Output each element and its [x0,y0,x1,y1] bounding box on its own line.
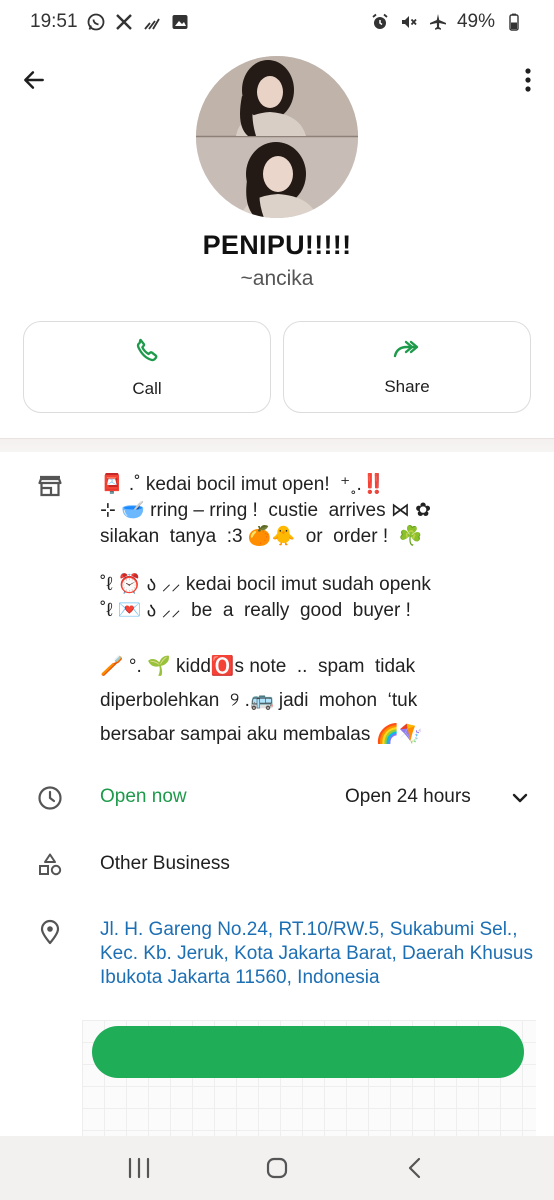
category-shapes-icon [36,851,64,879]
primary-action-button[interactable] [92,1026,524,1078]
description-paragraph-2: ˚ℓ ⏰ ა ⸝⸝ kedai bocil imut sudah openk ˚… [100,572,530,624]
call-button[interactable]: Call [23,321,271,413]
mute-icon [399,12,419,32]
description-line: ⊹ 🥣 rring – rring ! custie arrives ⋈ ✿ [100,500,432,521]
business-category: Other Business [100,853,230,874]
description-line: diperbolehkan ୨ .🚌 jadi mohon ‘tuk [100,690,418,711]
description-paragraph-3: 🪥 °. 🌱 kidd🅾️s note .. spam tidak diperb… [100,650,530,752]
signal-icon [142,12,162,32]
status-bar: 19:51 49% [0,0,554,44]
description-line: ˚ℓ ⏰ ა ⸝⸝ kedai bocil imut sudah openk [100,574,431,595]
location-pin-icon [36,918,64,946]
description-line: 🪥 °. 🌱 kidd🅾️s note .. spam tidak [100,656,416,677]
alarm-icon [370,12,390,32]
description-line: silakan tanya :3 🍊🐥 or order ! ☘️ [100,526,423,547]
share-label: Share [384,376,430,396]
recent-apps-icon[interactable] [119,1148,159,1188]
system-navigation-bar [0,1136,554,1200]
business-address[interactable]: Jl. H. Gareng No.24, RT.10/RW.5, Sukabum… [100,918,540,990]
storefront-icon [36,472,64,500]
battery-percent: 49% [456,11,495,32]
more-options-icon[interactable] [516,62,540,98]
chevron-down-icon[interactable] [508,786,532,810]
x-icon [114,12,134,32]
back-chevron-icon[interactable] [395,1148,435,1188]
clock-icon [36,784,64,812]
airplane-icon [428,12,448,32]
share-arrow-icon [392,338,422,367]
phone-icon [133,336,161,369]
battery-icon [504,12,524,32]
business-description: 📮 .˚ kedai bocil imut open! ⁺˳.‼️ ⊹ 🥣 rr… [100,472,530,752]
whatsapp-icon [86,12,106,32]
status-time: 19:51 [30,11,78,32]
call-label: Call [132,378,162,398]
gallery-icon [170,12,190,32]
description-paragraph-1: 📮 .˚ kedai bocil imut open! ⁺˳.‼️ ⊹ 🥣 rr… [100,472,530,550]
profile-handle: ~ancika [240,267,314,290]
profile-avatar[interactable] [196,56,358,218]
home-icon[interactable] [257,1148,297,1188]
description-line: 📮 .˚ kedai bocil imut open! ⁺˳.‼️ [100,474,386,495]
section-divider [0,438,554,452]
description-line: bersabar sampai aku membalas 🌈🪁 [100,724,423,745]
open-status: Open now [100,786,187,807]
description-line: ˚ℓ 💌 ა ⸝⸝ be a really good buyer ! [100,600,411,621]
share-button[interactable]: Share [283,321,531,413]
opening-hours[interactable]: Open 24 hours [345,786,471,808]
profile-name: PENIPU!!!!! [202,230,352,260]
back-arrow-icon[interactable] [16,62,52,98]
